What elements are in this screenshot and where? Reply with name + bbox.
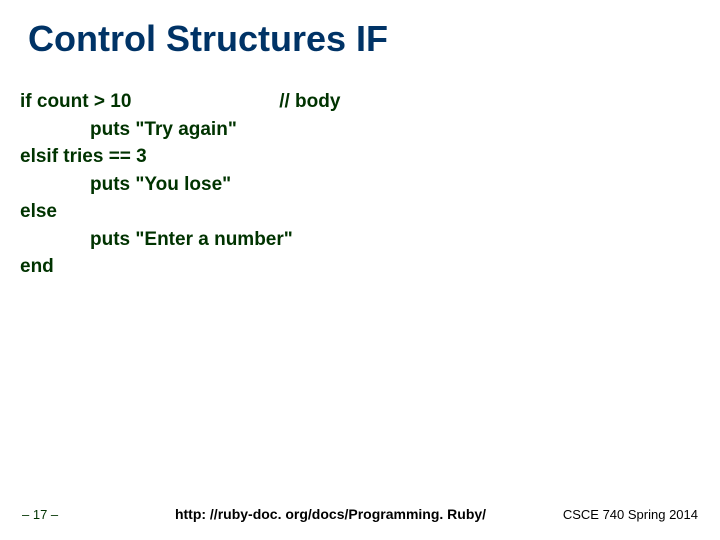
footer: – 17 – http: //ruby-doc. org/docs/Progra…: [0, 506, 720, 522]
slide-title: Control Structures IF: [0, 0, 720, 60]
code-line-5: else: [20, 198, 720, 226]
page-number: – 17 –: [22, 507, 58, 522]
code-line-6: puts "Enter a number": [20, 226, 720, 254]
code-line-7: end: [20, 253, 720, 281]
code-line-1: if count > 10 // body: [20, 88, 720, 116]
course-label: CSCE 740 Spring 2014: [563, 507, 698, 522]
code-line-4: puts "You lose": [20, 171, 720, 199]
code-if: if count > 10: [20, 91, 131, 112]
code-comment: // body: [279, 88, 340, 116]
footer-link: http: //ruby-doc. org/docs/Programming. …: [58, 506, 563, 522]
code-line-2: puts "Try again": [20, 116, 720, 144]
code-block: if count > 10 // body puts "Try again" e…: [0, 60, 720, 281]
code-line-3: elsif tries == 3: [20, 143, 720, 171]
